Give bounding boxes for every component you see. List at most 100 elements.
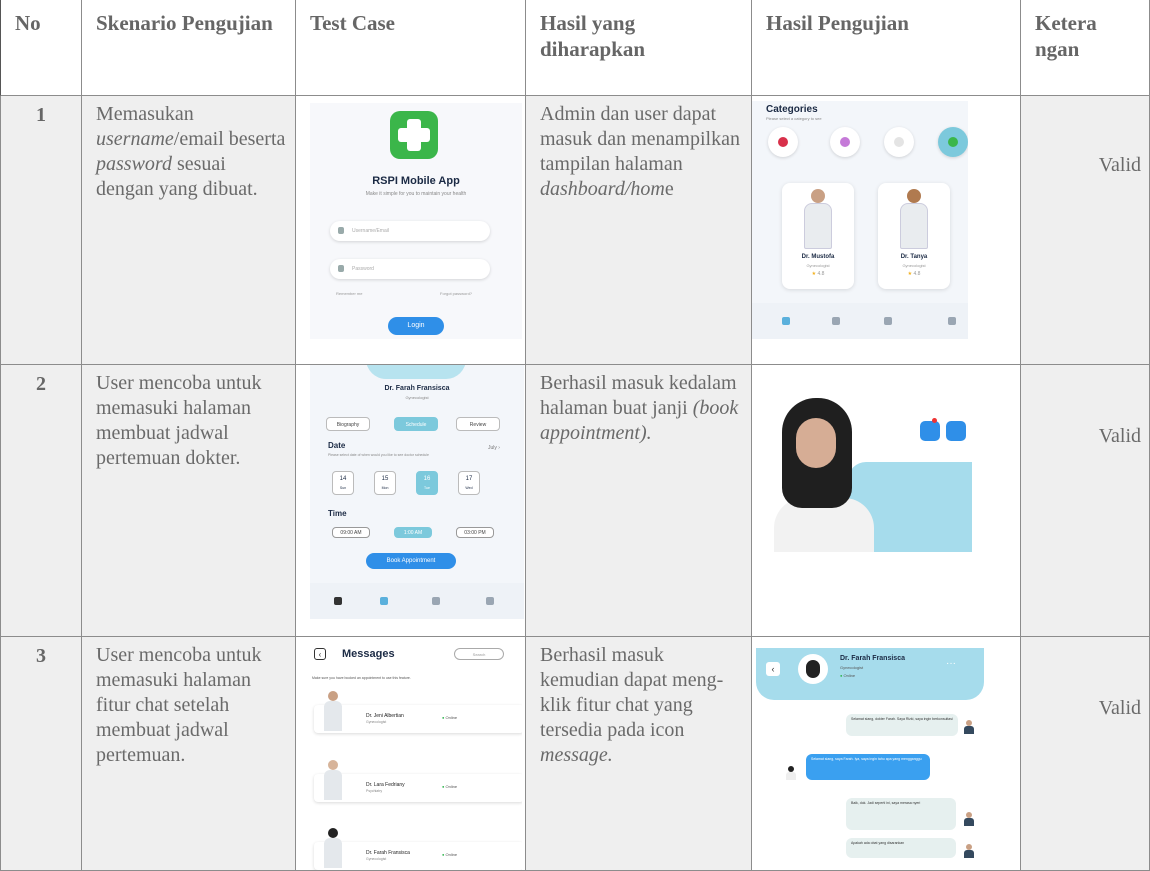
header-hasil-diharapkan: Hasil yang diharapkan — [526, 0, 752, 96]
pill-icon — [840, 137, 850, 147]
date-option[interactable]: 14 Sun — [332, 471, 354, 495]
status-label: Online — [843, 673, 856, 678]
tab-review[interactable]: Review — [456, 417, 500, 431]
remember-me-checkbox[interactable]: Remember me — [336, 291, 362, 296]
message-icon[interactable] — [432, 597, 440, 605]
star-icon: ★ — [907, 271, 913, 277]
header-hasil-pengujian: Hasil Pengujian — [752, 0, 1021, 96]
category-heart-icon[interactable] — [768, 127, 798, 157]
time-label: 09:00 AM — [340, 530, 362, 536]
login-button[interactable]: Login — [388, 317, 444, 335]
time-option[interactable]: 09:00 AM — [332, 527, 370, 538]
username-field[interactable]: Username/Email — [330, 221, 490, 241]
history-icon[interactable] — [946, 421, 966, 441]
categories-subtitle: Please select a category to see — [766, 116, 822, 121]
text-part: Berhasil masuk kemudian dapat meng-klik … — [540, 644, 724, 741]
doctor-photo-header — [366, 365, 466, 379]
tab-biography[interactable]: Biography — [326, 417, 370, 431]
message-icon[interactable] — [884, 317, 892, 325]
doctor-card[interactable]: Dr. Tanya Gynecologist ★ 4.8 — [878, 183, 950, 289]
row-number: 1 — [36, 104, 46, 126]
doctor-rating: ★ 4.8 — [878, 271, 950, 277]
lock-icon — [338, 265, 344, 272]
month-selector[interactable]: July › — [488, 445, 500, 451]
schedule-screen: Dr. Farah Fransisca Gynecologist Biograp… — [310, 365, 524, 619]
chat-name: Dr. Lara Fedriany — [366, 782, 405, 788]
header-test-case: Test Case — [296, 0, 526, 96]
doctor-card[interactable]: Dr. Mustofa Gynecologist ★ 4.8 — [782, 183, 854, 289]
text-part: /email beserta — [173, 128, 286, 150]
home-icon[interactable] — [782, 317, 790, 325]
search-label: Search — [472, 652, 486, 657]
date-title: Date — [328, 441, 346, 450]
doctor-avatar-small — [786, 766, 796, 780]
time-option[interactable]: 03:00 PM — [456, 527, 494, 538]
password-field[interactable]: Password — [330, 259, 490, 279]
calendar-icon — [948, 137, 958, 147]
doctor-name: Dr. Mustofa — [801, 254, 835, 260]
chat-name: Dr. Farah Fransisca — [366, 850, 410, 856]
time-title: Time — [328, 509, 347, 518]
forgot-label: Forgot password? — [440, 291, 473, 296]
chat-list-item[interactable]: Dr. Farah Fransisca Gynecologist ● Onlin… — [314, 828, 522, 870]
chat-spec: Psychiatry — [366, 789, 383, 793]
chat-bubble: Baik, dok. Jadi seperti ini, saya merasa… — [846, 798, 956, 830]
tab-schedule[interactable]: Schedule — [394, 417, 438, 431]
book-appointment-button[interactable]: Book Appointment — [366, 553, 456, 569]
profile-icon[interactable] — [486, 597, 494, 605]
calendar-nav-icon[interactable] — [380, 597, 388, 605]
home-icon[interactable] — [334, 597, 342, 605]
date-option-selected[interactable]: 16 Tue — [416, 471, 438, 495]
row-2-expected: Berhasil masuk kedalam halaman buat janj… — [526, 365, 752, 637]
time-option-selected[interactable]: 1:00 AM — [394, 527, 432, 538]
text-part: Admin dan user dapat masuk dan menampilk… — [540, 103, 740, 175]
chat-list-item[interactable]: Dr. Jeni Albertian Gynecologist ● Online — [314, 691, 522, 733]
doctor-face — [796, 418, 836, 468]
chat-doctor-name: Dr. Farah Fransisca — [840, 655, 905, 662]
search-input[interactable]: Search — [454, 648, 504, 660]
back-icon[interactable]: ‹ — [766, 662, 780, 676]
chat-bubble: Selamat siang, dokter Farah. Saya Rizki,… — [846, 714, 958, 736]
doctor-avatar — [324, 691, 342, 731]
app-title: RSPI Mobile App — [372, 175, 460, 187]
chat-screen: ‹ Dr. Farah Fransisca Gynecologist ● Onl… — [756, 648, 984, 870]
user-avatar — [964, 812, 974, 826]
keterangan-value: Valid — [1098, 425, 1141, 447]
more-icon[interactable]: ··· — [946, 658, 956, 669]
category-pill-icon[interactable] — [830, 127, 860, 157]
bubble-text: Apakah ada obat yang disarankan — [851, 841, 905, 845]
text-italic: password — [96, 153, 172, 175]
category-calendar-icon[interactable] — [938, 127, 968, 157]
login-screen: RSPI Mobile App Make it simple for you t… — [310, 103, 522, 339]
profile-icon[interactable] — [948, 317, 956, 325]
messages-screen: ‹ Messages Search Make sure you have boo… — [310, 648, 522, 870]
forgot-password-link[interactable]: Forgot password? — [440, 291, 472, 296]
status-label: Online — [445, 715, 458, 720]
row-1-skenario: Memasukan username/email beserta passwor… — [82, 96, 296, 365]
header-result-label: Hasil Pengujian — [766, 11, 909, 35]
user-avatar — [964, 844, 974, 858]
back-icon[interactable]: ‹ — [314, 648, 326, 660]
tooth-icon — [894, 137, 904, 147]
doctor-spec: Gynecologist — [902, 263, 926, 268]
category-tooth-icon[interactable] — [884, 127, 914, 157]
clipboard-icon[interactable] — [920, 421, 940, 441]
date-day: 16 — [423, 476, 431, 482]
calendar-nav-icon[interactable] — [832, 317, 840, 325]
row-1-result-screenshot: Categories Please select a category to s… — [752, 96, 1021, 365]
date-option[interactable]: 15 Mon — [374, 471, 396, 495]
doctor-photo — [804, 189, 832, 249]
row-1-keterangan: Valid — [1021, 96, 1150, 365]
chat-status: ● Online — [840, 673, 856, 678]
chat-status: ● Online — [442, 715, 458, 720]
tab-label: Biography — [336, 422, 360, 428]
header-no: No — [0, 0, 82, 96]
row-number: 2 — [36, 373, 46, 395]
text-italic: username — [96, 128, 174, 150]
header-no-label: No — [15, 11, 41, 35]
chat-list-item[interactable]: Dr. Lara Fedriany Psychiatry ● Online — [314, 760, 522, 802]
row-2-skenario: User mencoba untuk memasuki halaman memb… — [82, 365, 296, 637]
date-option[interactable]: 17 Wed — [458, 471, 480, 495]
row-2-keterangan: Valid — [1021, 365, 1150, 637]
chat-bubble: Selamat siang, saya Farah. Iya, saya ing… — [806, 754, 930, 780]
